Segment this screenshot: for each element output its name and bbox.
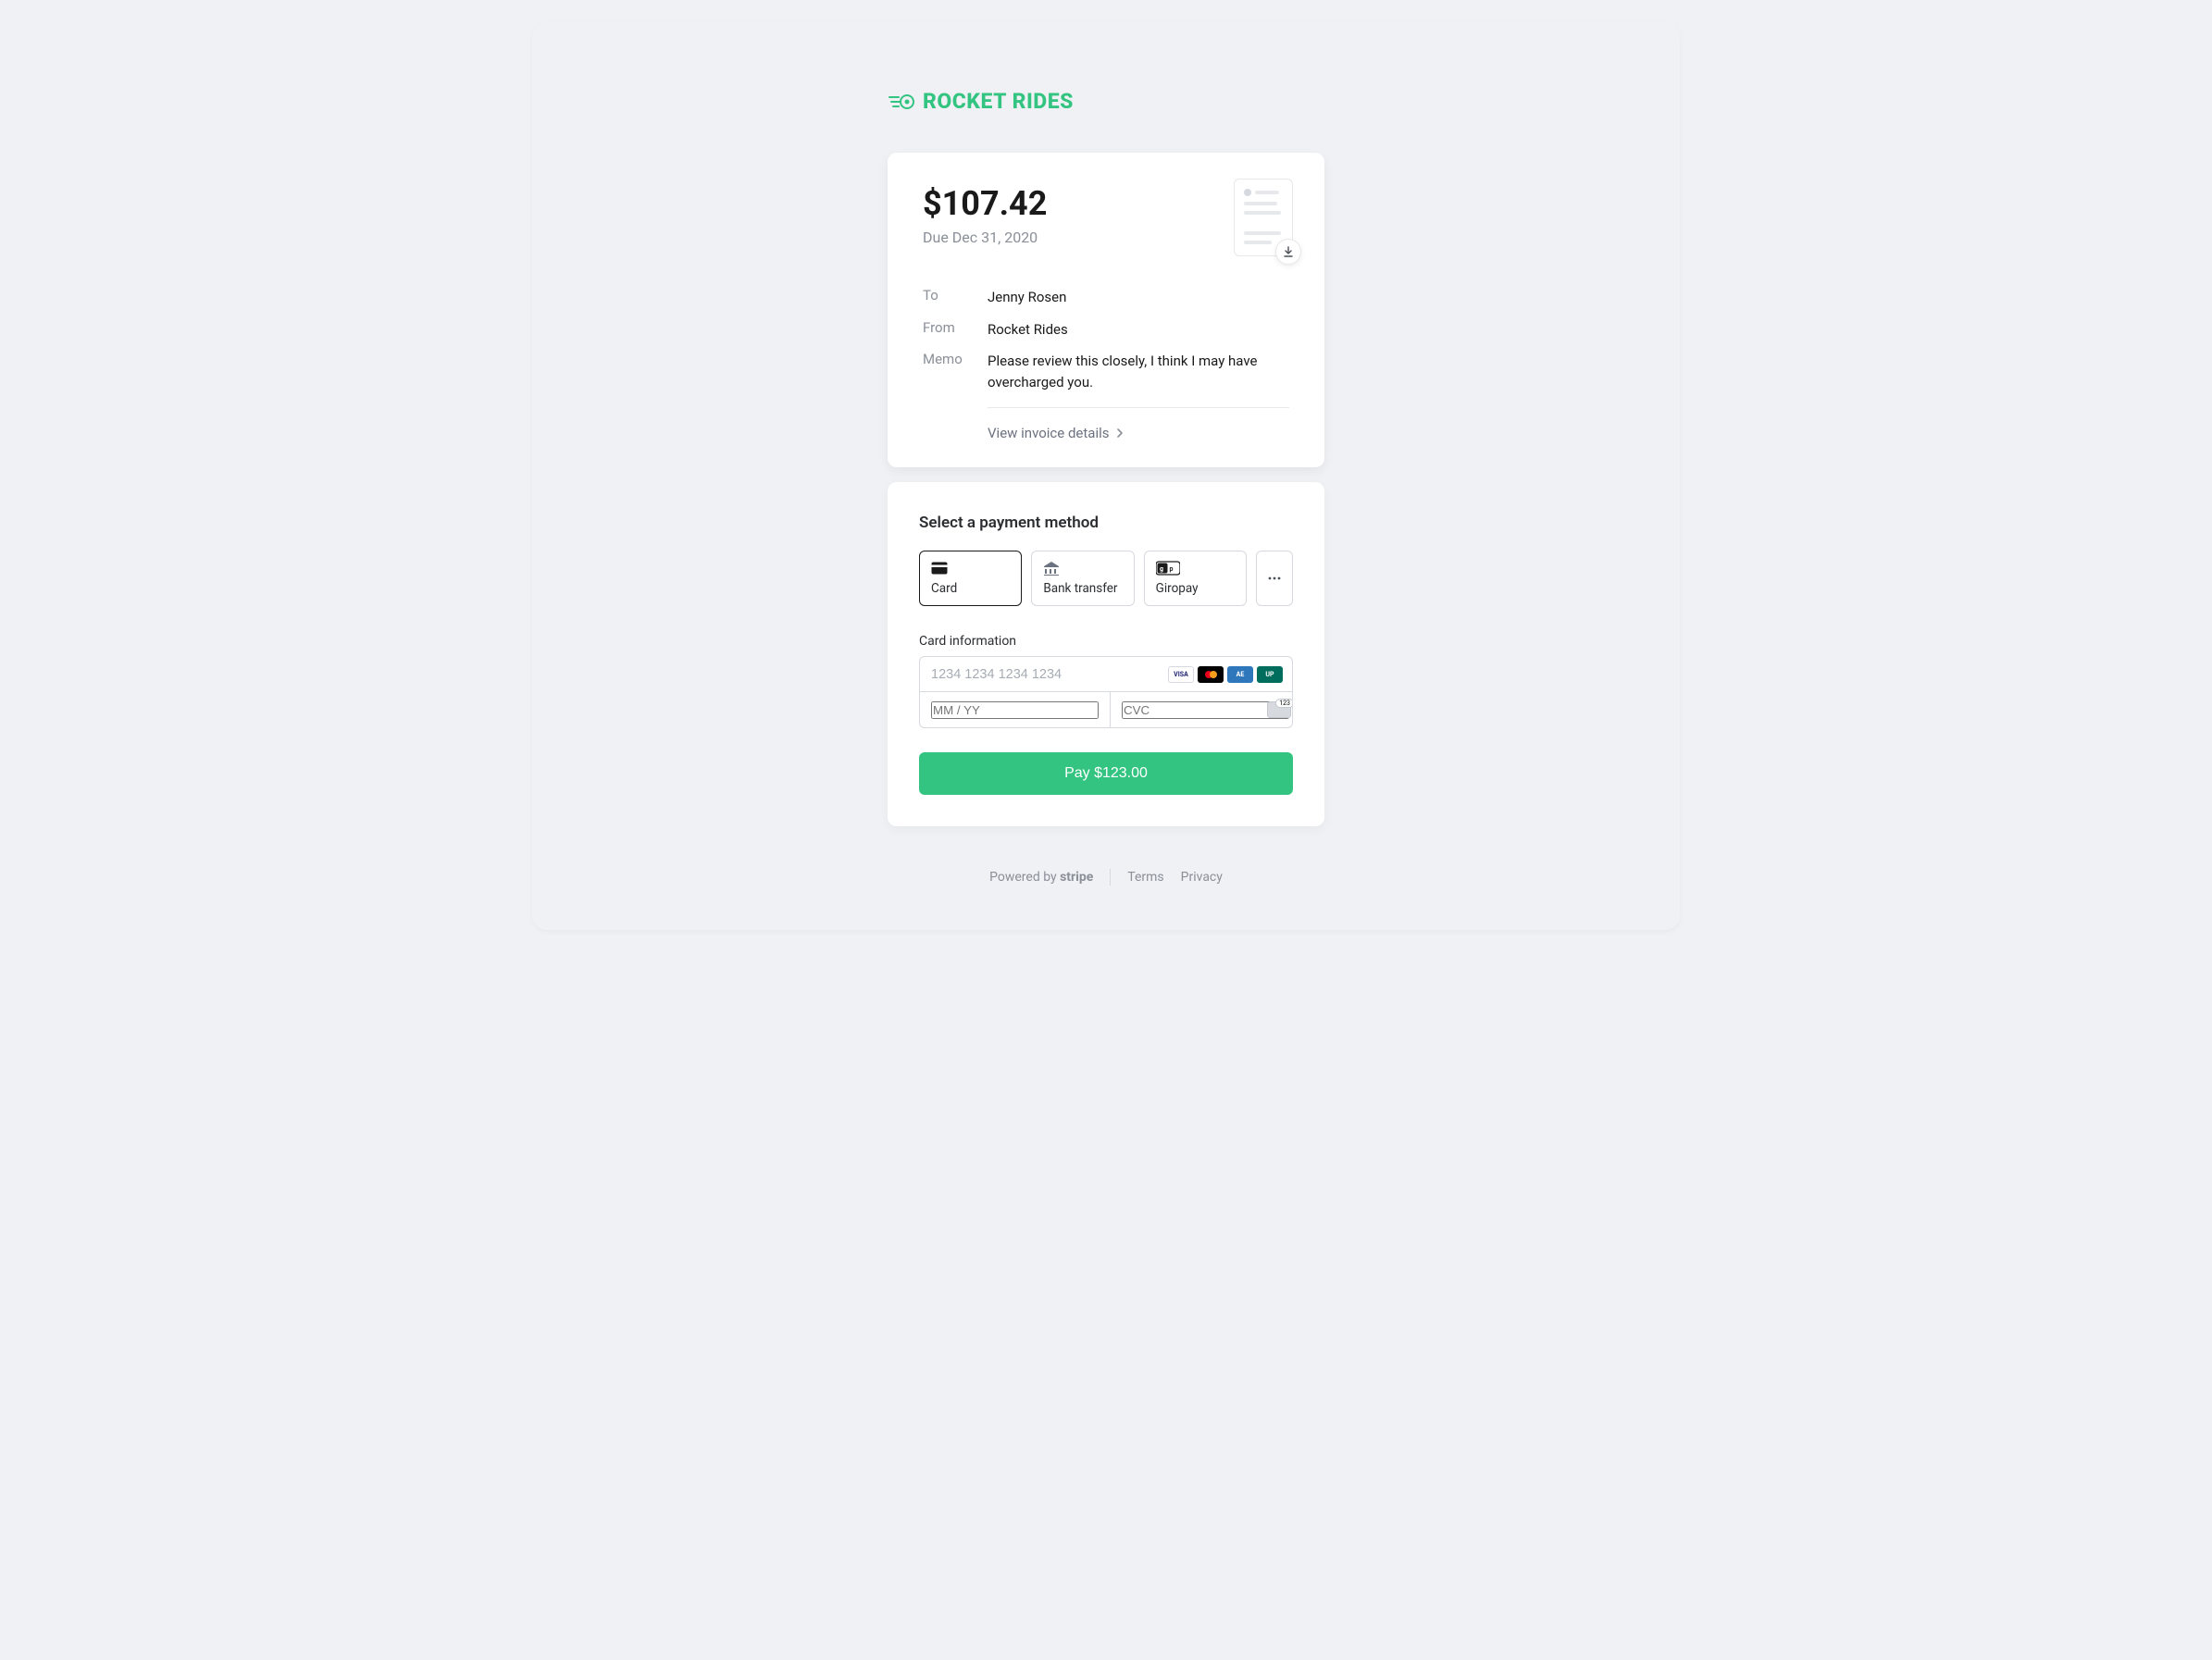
pay-button[interactable]: Pay $123.00 — [919, 752, 1293, 795]
card-expiry-input[interactable] — [931, 701, 1099, 719]
card-cvc-field — [1111, 692, 1293, 727]
powered-by-label: Powered by — [989, 870, 1057, 885]
card-info-label: Card information — [919, 634, 1293, 649]
invoice-meta: To Jenny Rosen From Rocket Rides Memo Pl… — [923, 287, 1289, 441]
chevron-right-icon — [1116, 427, 1124, 439]
giropay-icon: gp — [1156, 561, 1180, 576]
powered-by: Powered by stripe — [989, 870, 1093, 885]
cvc-hint-icon — [1267, 701, 1291, 718]
invoice-preview-thumbnail — [1234, 179, 1293, 256]
footer-divider — [1110, 869, 1111, 886]
method-card[interactable]: Card — [919, 551, 1022, 606]
method-bank-transfer[interactable]: Bank transfer — [1031, 551, 1134, 606]
more-payment-methods-button[interactable] — [1256, 551, 1293, 606]
from-value: Rocket Rides — [988, 319, 1289, 341]
download-invoice-button[interactable] — [1275, 239, 1301, 265]
card-cvc-input[interactable] — [1122, 701, 1289, 719]
accepted-card-brands: VISA AE UP — [1168, 666, 1283, 683]
method-bank-label: Bank transfer — [1043, 581, 1122, 596]
card-icon — [931, 561, 948, 576]
invoice-summary-card: $107.42 Due Dec 31, 2020 To Jenny Rosen … — [888, 153, 1324, 467]
card-expiry-field — [920, 692, 1111, 727]
amex-icon: AE — [1227, 666, 1253, 683]
download-icon — [1283, 246, 1294, 257]
card-number-field: VISA AE UP — [920, 657, 1292, 692]
divider — [988, 407, 1289, 408]
privacy-link[interactable]: Privacy — [1181, 870, 1223, 885]
rocket-icon — [888, 92, 915, 112]
to-label: To — [923, 287, 988, 308]
page-frame: ROCKET RIDES $107.42 Due Dec 31, 2020 To… — [532, 22, 1680, 930]
memo-value: Please review this closely, I think I ma… — [988, 351, 1289, 392]
svg-text:p: p — [1169, 565, 1173, 573]
visa-icon: VISA — [1168, 666, 1194, 683]
footer: Powered by stripe Terms Privacy — [989, 869, 1223, 886]
view-invoice-details-link[interactable]: View invoice details — [988, 425, 1289, 441]
terms-link[interactable]: Terms — [1127, 870, 1163, 885]
method-giropay[interactable]: gp Giropay — [1144, 551, 1247, 606]
svg-text:g: g — [1160, 565, 1163, 573]
card-input-group: VISA AE UP — [919, 656, 1293, 728]
method-giropay-label: Giropay — [1156, 581, 1235, 596]
mastercard-icon — [1198, 666, 1224, 683]
method-card-label: Card — [931, 581, 1010, 596]
stripe-logo: stripe — [1060, 870, 1093, 885]
payment-method-tabs: Card Bank transfer gp Giropay — [919, 551, 1293, 606]
more-icon — [1268, 576, 1281, 580]
view-details-label: View invoice details — [988, 425, 1109, 441]
payment-card: Select a payment method Card Bank transf… — [888, 482, 1324, 826]
brand-name: ROCKET RIDES — [923, 89, 1074, 114]
payment-section-title: Select a payment method — [919, 514, 1293, 532]
brand-logo: ROCKET RIDES — [888, 89, 1324, 114]
unionpay-icon: UP — [1257, 666, 1283, 683]
to-value: Jenny Rosen — [988, 287, 1289, 308]
bank-icon — [1043, 561, 1060, 576]
from-label: From — [923, 319, 988, 341]
memo-label: Memo — [923, 351, 988, 392]
